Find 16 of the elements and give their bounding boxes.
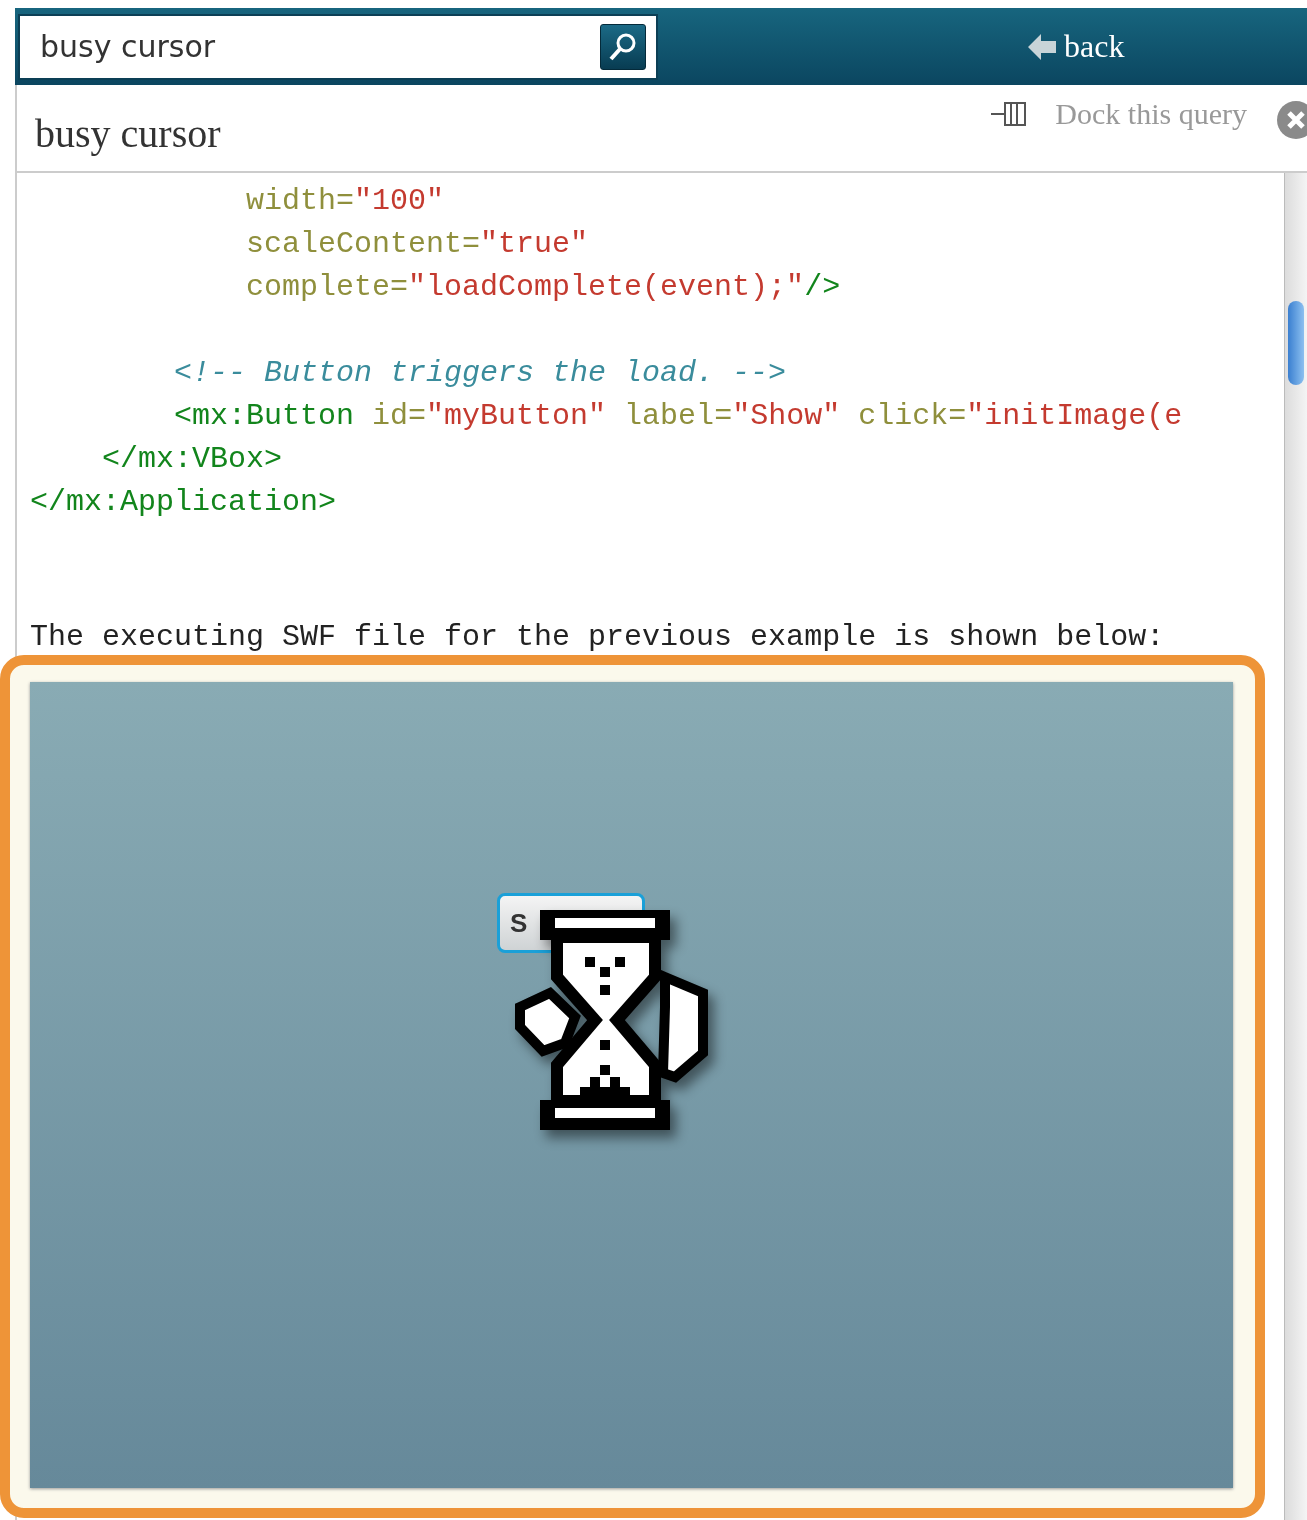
query-title: busy cursor [35,109,221,157]
close-button[interactable] [1277,101,1307,139]
code-line: </mx:VBox> [101,441,283,478]
caption-text: The executing SWF file for the previous example is shown below: [30,619,1165,656]
code-line: <mx:Button id="myButton" label="Show" click="initImage(e [173,398,1183,435]
code-line: </mx:Application> [30,484,337,521]
code-line: complete="loadComplete(event);"/> [245,269,841,306]
search-button[interactable] [600,23,646,70]
back-button[interactable]: back [1028,28,1125,65]
scrollbar-thumb[interactable] [1288,301,1304,385]
code-line: <!-- Button triggers the load. --> [173,355,787,392]
arrow-left-icon [1028,33,1056,60]
search-field[interactable]: busy cursor [18,13,658,80]
code-line: scaleContent="true" [245,226,589,263]
code-line: width="100" [245,183,445,220]
scrollbar[interactable] [1284,173,1307,1520]
